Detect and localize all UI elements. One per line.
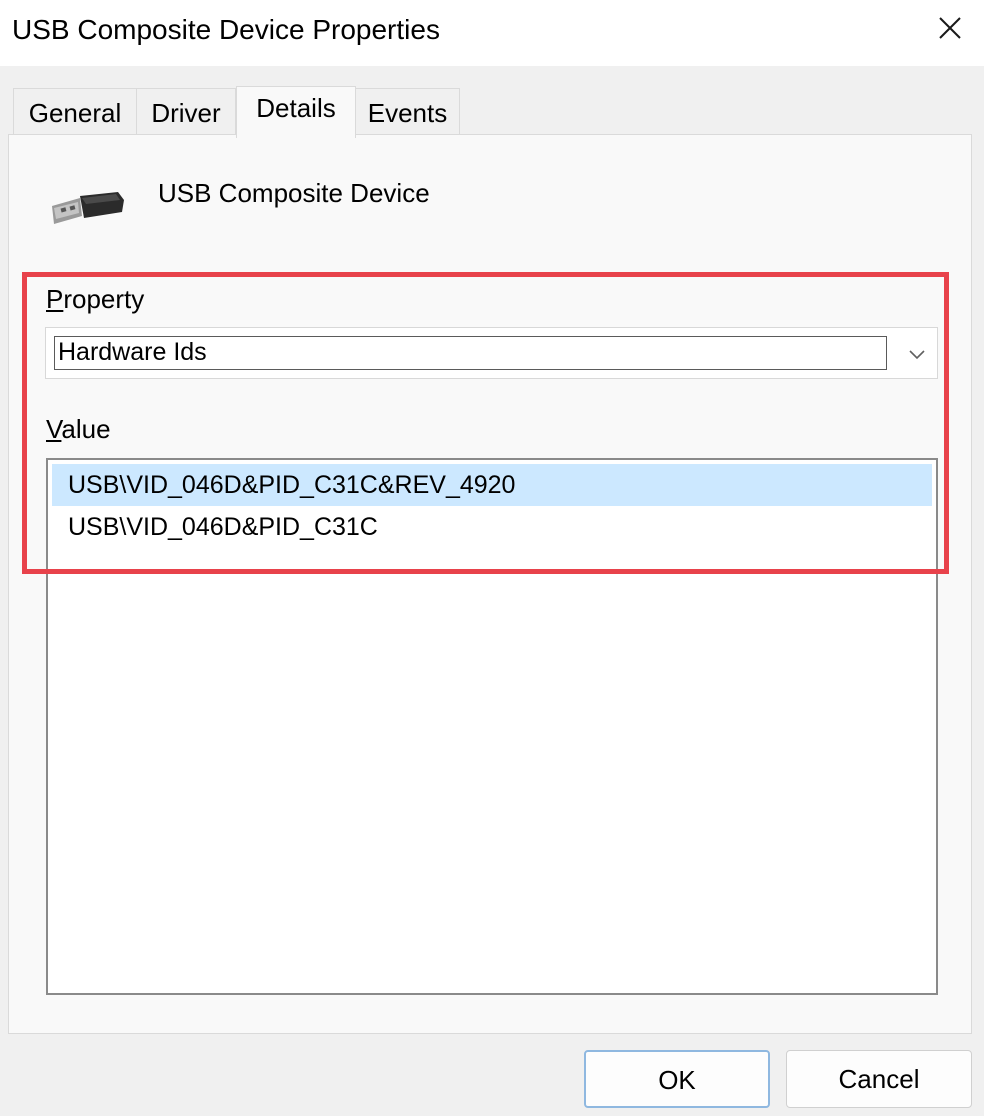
value-label-accelerator: V [46, 414, 62, 444]
close-button[interactable] [928, 6, 972, 50]
tab-details[interactable]: Details [236, 86, 356, 138]
usb-plug-icon [52, 192, 124, 224]
tab-driver[interactable]: Driver [136, 88, 236, 134]
tab-general-label: General [28, 98, 122, 128]
property-dropdown[interactable]: Hardware Ids [45, 327, 938, 379]
value-list-item[interactable]: USB\VID_046D&PID_C31C&REV_4920 [52, 464, 932, 506]
ok-button[interactable]: OK [584, 1050, 770, 1108]
property-dropdown-value: Hardware Ids [54, 336, 887, 370]
property-label-rest: roperty [63, 284, 145, 314]
value-label: Value [46, 414, 111, 444]
property-label-accelerator: P [46, 284, 64, 314]
value-list[interactable]: USB\VID_046D&PID_C31C&REV_4920 USB\VID_0… [46, 458, 938, 995]
value-list-item[interactable]: USB\VID_046D&PID_C31C [52, 506, 932, 548]
window-title: USB Composite Device Properties [12, 14, 440, 45]
tab-driver-label: Driver [151, 98, 221, 128]
title-bar: USB Composite Device Properties [0, 0, 984, 66]
tab-details-label: Details [256, 93, 336, 123]
tab-events[interactable]: Events [355, 88, 460, 134]
tab-events-label: Events [367, 98, 448, 128]
properties-dialog: USB Composite Device Properties General … [0, 0, 984, 1116]
device-name: USB Composite Device [158, 178, 430, 208]
cancel-button[interactable]: Cancel [786, 1050, 972, 1108]
close-icon [939, 17, 961, 39]
value-label-rest: alue [61, 414, 111, 444]
chevron-down-icon [909, 350, 925, 360]
tab-general[interactable]: General [13, 88, 137, 134]
property-label: Property [46, 284, 144, 314]
